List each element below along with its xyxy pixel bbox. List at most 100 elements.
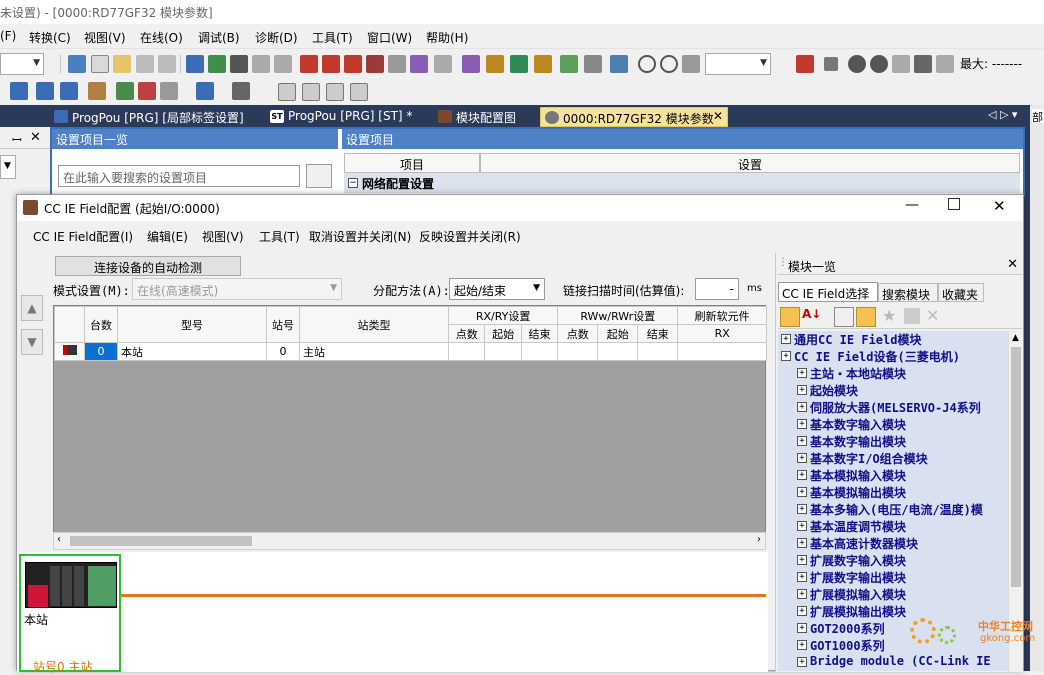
menu-debug[interactable]: 调试(B): [198, 29, 240, 46]
check-all-icon[interactable]: [870, 55, 888, 73]
comment-icon[interactable]: [796, 55, 814, 73]
expand-icon[interactable]: +: [781, 334, 791, 344]
scroll-thumb[interactable]: [1011, 347, 1021, 587]
close-icon[interactable]: ✕: [30, 130, 41, 145]
module-tree-item[interactable]: + 基本数字输入模块: [778, 416, 1020, 433]
module-tree-item[interactable]: + 主站・本地站模块: [778, 365, 1020, 382]
cell-station-type[interactable]: 主站: [299, 342, 449, 361]
menu-apply-close[interactable]: 反映设置并关闭(R): [419, 228, 521, 245]
toolbar-combo-left[interactable]: ▼: [0, 53, 44, 75]
dev-test-icon[interactable]: [60, 82, 78, 100]
cell-empty[interactable]: [447, 342, 486, 361]
module-tree-item[interactable]: + 基本多输入(电压/电流/温度)模: [778, 501, 1020, 518]
expand-icon[interactable]: +: [797, 385, 807, 395]
close-icon[interactable]: ✕: [993, 197, 1006, 215]
dev-batch-icon[interactable]: [36, 82, 54, 100]
menu-tools[interactable]: 工具(T): [259, 228, 300, 245]
station-block[interactable]: 本站 站号0 主站: [19, 554, 121, 674]
module-tree-item[interactable]: + 基本数字I/O组合模块: [778, 450, 1020, 467]
expand-icon[interactable]: +: [797, 402, 807, 412]
expand-icon[interactable]: +: [797, 555, 807, 565]
expand-icon[interactable]: +: [797, 436, 807, 446]
menu-view[interactable]: 视图(V): [84, 29, 126, 46]
tab-cc-ie-select[interactable]: CC IE Field选择: [778, 282, 878, 302]
table-icon[interactable]: [326, 83, 344, 101]
add-favorite-icon[interactable]: [904, 308, 920, 324]
copy-icon[interactable]: [91, 55, 109, 73]
cell-empty[interactable]: [520, 342, 559, 361]
menu-help[interactable]: 帮助(H): [426, 29, 468, 46]
star-icon[interactable]: ★: [882, 306, 896, 325]
zoom-out-icon[interactable]: [660, 55, 678, 73]
list-icon[interactable]: [160, 82, 178, 100]
redo-icon[interactable]: [158, 55, 176, 73]
scroll-up-icon[interactable]: ▲: [1012, 333, 1019, 343]
tab-local-label[interactable]: ProgPou [PRG] [局部标签设置]: [50, 107, 262, 127]
stop-icon[interactable]: [824, 57, 838, 71]
transfer-icon[interactable]: [486, 55, 504, 73]
expand-icon[interactable]: +: [797, 504, 807, 514]
menu-view[interactable]: 视图(V): [202, 228, 244, 245]
close-icon[interactable]: ✕: [1007, 257, 1018, 272]
module-tree-item[interactable]: + 基本模拟输出模块: [778, 484, 1020, 501]
binoculars-icon[interactable]: [306, 164, 332, 188]
verify-plc-icon[interactable]: [344, 55, 362, 73]
module-tree-item[interactable]: + 扩展数字输出模块: [778, 569, 1020, 586]
build-icon[interactable]: [610, 55, 628, 73]
find-icon[interactable]: [274, 55, 292, 73]
cross-ref-icon[interactable]: [138, 82, 156, 100]
move-up-icon[interactable]: ▲: [21, 295, 43, 321]
expand-icon[interactable]: +: [781, 351, 791, 361]
assign-select[interactable]: 起始/结束 ▼: [449, 278, 545, 300]
scroll-thumb[interactable]: [70, 536, 252, 546]
zoom-combo[interactable]: ▼: [705, 53, 771, 75]
auto-detect-button[interactable]: 连接设备的自动检测: [55, 256, 241, 276]
grid-view-icon[interactable]: [278, 83, 296, 101]
tab-st-program[interactable]: ST ProgPou [PRG] [ST] *: [266, 107, 426, 127]
module-tree-item[interactable]: + Bridge module (CC-Link IE: [778, 654, 1020, 671]
menu-window[interactable]: 窗口(W): [367, 29, 412, 46]
expand-icon[interactable]: +: [797, 419, 807, 429]
check-icon[interactable]: [848, 55, 866, 73]
tab-search-module[interactable]: 搜索模块: [878, 283, 938, 302]
network-config-group[interactable]: − 网络配置设置: [344, 173, 1020, 193]
expand-icon[interactable]: +: [797, 657, 807, 667]
pin-icon[interactable]: ꟷ: [12, 131, 22, 148]
expand-icon[interactable]: +: [797, 487, 807, 497]
cell-model[interactable]: 本站: [117, 342, 267, 361]
module-tree-item[interactable]: + 伺服放大器(MELSERVO-J4系列: [778, 399, 1020, 416]
cell-empty[interactable]: [637, 342, 679, 361]
setting-search-input[interactable]: 在此输入要搜索的设置项目: [58, 165, 300, 187]
scan-icon[interactable]: [534, 55, 552, 73]
dev-read-icon[interactable]: [10, 82, 28, 100]
move-down-icon[interactable]: ▼: [21, 329, 43, 355]
write-plc-icon[interactable]: [300, 55, 318, 73]
menu-online[interactable]: 在线(O): [140, 29, 183, 46]
split-icon[interactable]: [914, 55, 932, 73]
cell-station[interactable]: 0: [266, 342, 300, 361]
cell-count[interactable]: 0: [84, 342, 118, 361]
table-row[interactable]: 0 本站 0 主站: [54, 342, 767, 361]
expand-icon[interactable]: +: [797, 640, 807, 650]
delete-icon[interactable]: ✕: [926, 306, 939, 325]
close-tab-icon[interactable]: ✕: [713, 109, 723, 123]
mode-select[interactable]: 在线(高速模式) ▼: [132, 278, 342, 300]
menu-diagnose[interactable]: 诊断(D): [255, 29, 298, 46]
left-dock-combo[interactable]: ▼: [0, 155, 16, 179]
module-tree-item[interactable]: + 扩展模拟输入模块: [778, 586, 1020, 603]
cell-empty[interactable]: [597, 342, 639, 361]
expand-icon[interactable]: +: [797, 453, 807, 463]
menu-cancel-close[interactable]: 取消设置并关闭(N): [309, 228, 411, 245]
module-tree-item[interactable]: + 基本高速计数器模块: [778, 535, 1020, 552]
expand-icon[interactable]: +: [797, 572, 807, 582]
layout-icon[interactable]: [892, 55, 910, 73]
settings-dropdown-icon[interactable]: [232, 82, 250, 100]
register-icon[interactable]: [252, 55, 270, 73]
module-tree-item[interactable]: + 通用CC IE Field模块: [778, 331, 1020, 348]
read-plc-icon[interactable]: [322, 55, 340, 73]
expand-icon[interactable]: +: [797, 368, 807, 378]
cell-empty[interactable]: [484, 342, 522, 361]
expand-icon[interactable]: +: [797, 623, 807, 633]
simulation-icon[interactable]: [388, 55, 406, 73]
menu-file[interactable]: (F): [0, 29, 16, 43]
